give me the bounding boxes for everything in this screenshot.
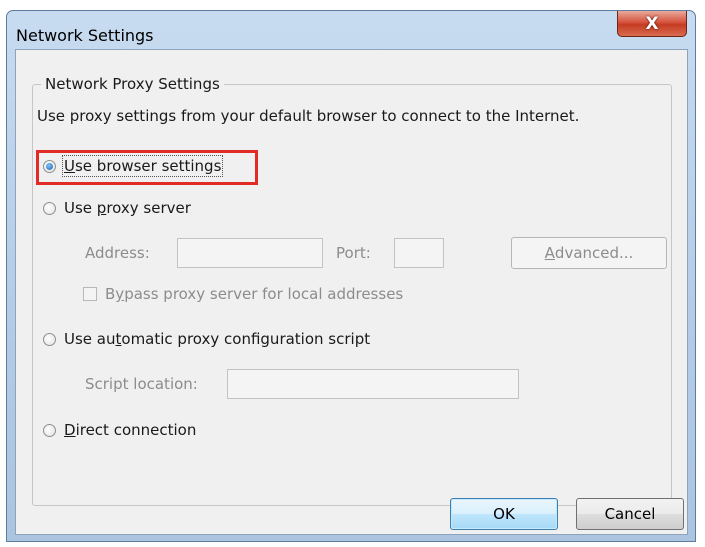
radio-direct-connection[interactable] — [43, 423, 56, 437]
option-label: Direct connection — [64, 421, 197, 439]
script-location-label: Script location: — [85, 375, 198, 393]
network-proxy-settings-group: Network Proxy Settings Use proxy setting… — [32, 75, 672, 506]
cancel-button[interactable]: Cancel — [576, 498, 684, 530]
close-button[interactable]: X — [617, 11, 687, 37]
port-input[interactable] — [394, 238, 444, 268]
address-label: Address: — [85, 244, 150, 262]
close-icon: X — [645, 13, 659, 34]
port-label: Port: — [336, 244, 371, 262]
ok-button[interactable]: OK — [450, 498, 558, 530]
highlight-box — [36, 150, 258, 185]
option-use-proxy-server[interactable]: Use proxy server — [43, 199, 191, 217]
radio-use-automatic-proxy-script[interactable] — [43, 332, 56, 346]
option-use-automatic-proxy-script[interactable]: Use automatic proxy configuration script — [43, 330, 370, 348]
dialog-title: Network Settings — [16, 26, 154, 45]
radio-use-proxy-server[interactable] — [43, 201, 56, 215]
network-settings-dialog: Network Settings X Network Proxy Setting… — [6, 10, 696, 542]
option-use-browser-settings[interactable]: Use browser settings — [36, 150, 258, 185]
bypass-local-checkbox[interactable] — [83, 287, 97, 301]
group-description: Use proxy settings from your default bro… — [37, 107, 580, 125]
bypass-local-option[interactable]: Bypass proxy server for local addresses — [83, 285, 403, 303]
address-input[interactable] — [177, 238, 323, 268]
dialog-content: Network Proxy Settings Use proxy setting… — [15, 49, 688, 535]
radio-use-browser-settings[interactable] — [43, 159, 56, 173]
group-title: Network Proxy Settings — [41, 75, 224, 93]
option-label: Use proxy server — [64, 199, 191, 217]
option-label: Use automatic proxy configuration script — [64, 330, 371, 348]
title-bar: Network Settings X — [7, 11, 695, 49]
advanced-button[interactable]: Advanced... — [511, 237, 667, 269]
bypass-local-label: Bypass proxy server for local addresses — [105, 285, 404, 303]
script-location-input[interactable] — [227, 369, 519, 399]
option-direct-connection[interactable]: Direct connection — [43, 421, 196, 439]
